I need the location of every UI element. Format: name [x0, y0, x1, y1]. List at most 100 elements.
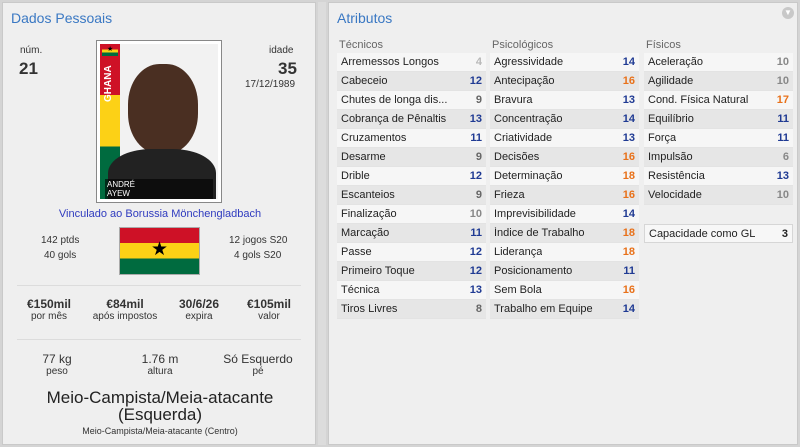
main-position: Meio-Campista/Meia-atacante (Esquerda) — [3, 389, 317, 423]
attribute-value: 14 — [622, 56, 635, 68]
attribute-row[interactable]: Desarme 9 — [337, 148, 486, 167]
attribute-row[interactable]: Resistência 13 — [644, 167, 793, 186]
attribute-value: 9 — [475, 189, 482, 201]
attribute-name: Determinação — [494, 170, 563, 182]
attribute-row[interactable]: Passe 12 — [337, 243, 486, 262]
market-value-label: valor — [258, 311, 280, 322]
u20-goals: 4 gols S20 — [234, 250, 282, 261]
divider — [17, 339, 301, 340]
attribute-row[interactable]: Força 11 — [644, 129, 793, 148]
attribute-name: Criatividade — [494, 132, 553, 144]
panel-title-personal: Dados Pessoais — [11, 10, 113, 26]
goalkeeper-ability-row[interactable]: Capacidade como GL 3 — [644, 224, 793, 243]
attribute-row[interactable]: Decisões 16 — [490, 148, 639, 167]
attribute-row[interactable]: Aceleração 10 — [644, 53, 793, 72]
attribute-row[interactable]: Primeiro Toque 12 — [337, 262, 486, 281]
attribute-name: Sem Bola — [494, 284, 542, 296]
attribute-name: Índice de Trabalho — [494, 227, 585, 239]
number-label: núm. — [20, 45, 43, 56]
attribute-row[interactable]: Arremessos Longos 4 — [337, 53, 486, 72]
shirt-number: 21 — [19, 59, 38, 78]
attribute-row[interactable]: Escanteios 9 — [337, 186, 486, 205]
height-stat: 1.76 m altura — [125, 352, 195, 377]
attribute-value: 17 — [776, 94, 789, 106]
attribute-row[interactable]: Antecipação 16 — [490, 72, 639, 91]
birthdate: 17/12/1989 — [245, 79, 296, 90]
attribute-row[interactable]: Agilidade 10 — [644, 72, 793, 91]
attribute-row[interactable]: Drible 12 — [337, 167, 486, 186]
attribute-row[interactable]: Posicionamento 11 — [490, 262, 639, 281]
ghana-flag[interactable]: ★ — [119, 227, 200, 275]
attribute-row[interactable]: Índice de Trabalho 18 — [490, 224, 639, 243]
attribute-row[interactable]: Frieza 16 — [490, 186, 639, 205]
attribute-name: Resistência — [648, 170, 705, 182]
foot-stat: Só Esquerdo pé — [217, 352, 299, 377]
attribute-value: 11 — [470, 227, 482, 239]
attribute-name: Passe — [341, 246, 372, 258]
contract-label: expira — [185, 311, 213, 322]
attribute-row[interactable]: Finalização 10 — [337, 205, 486, 224]
attribute-row[interactable]: Impulsão 6 — [644, 148, 793, 167]
attribute-row[interactable]: Marcação 11 — [337, 224, 486, 243]
attribute-row[interactable]: Equilíbrio 11 — [644, 110, 793, 129]
attribute-name: Tiros Livres — [341, 303, 398, 315]
attribute-value: 18 — [622, 246, 635, 258]
technical-column: Técnicos Arremessos Longos 4 Cabeceio 12 Chu… — [337, 39, 486, 319]
chevron-down-icon[interactable]: ▼ — [782, 7, 794, 19]
attribute-row[interactable]: Bravura 13 — [490, 91, 639, 110]
physical-column: Físicos Aceleração 10 Agilidade 10 Cond. Fís… — [644, 39, 793, 243]
player-face — [128, 64, 198, 154]
attribute-row[interactable]: Cruzamentos 11 — [337, 129, 486, 148]
attribute-row[interactable]: Cond. Física Natural 17 — [644, 91, 793, 110]
attribute-value: 16 — [622, 75, 635, 87]
club-link[interactable]: Vinculado ao Borussia Mönchengladbach — [3, 208, 317, 220]
attribute-value: 9 — [475, 94, 482, 106]
attribute-row[interactable]: Concentração 14 — [490, 110, 639, 129]
attribute-name: Imprevisibilidade — [494, 208, 576, 220]
attribute-row[interactable]: Cobrança de Pênaltis 13 — [337, 110, 486, 129]
attribute-name: Equilíbrio — [648, 113, 694, 125]
height-value: 1.76 m — [141, 352, 179, 366]
weight-value: 77 kg — [42, 352, 72, 366]
attribute-name: Cruzamentos — [341, 132, 407, 144]
attribute-row[interactable]: Criatividade 13 — [490, 129, 639, 148]
attribute-value: 13 — [622, 132, 635, 144]
attribute-name: Drible — [341, 170, 370, 182]
attribute-value: 14 — [622, 303, 635, 315]
panel-splitter[interactable] — [318, 2, 326, 445]
attribute-value: 10 — [469, 208, 482, 220]
net-wage-stat: €84mil após impostos — [85, 297, 165, 322]
player-photo[interactable]: GHANA ANDRÉ AYEW — [96, 40, 222, 203]
attribute-name: Bravura — [494, 94, 533, 106]
attribute-value: 9 — [475, 151, 482, 163]
attribute-row[interactable]: Trabalho em Equipe 14 — [490, 300, 639, 319]
attribute-value: 12 — [469, 246, 482, 258]
attribute-name: Agilidade — [648, 75, 694, 87]
attribute-name: Cabeceio — [341, 75, 388, 87]
attribute-value: 18 — [622, 227, 635, 239]
attribute-value: 11 — [777, 132, 789, 144]
attribute-row[interactable]: Tiros Livres 8 — [337, 300, 486, 319]
position-line-1: Meio-Campista/Meia-atacante — [46, 388, 274, 407]
attribute-row[interactable]: Agressividade 14 — [490, 53, 639, 72]
attributes-panel: Atributos ▼ Técnicos Arremessos Longos 4 C… — [328, 2, 798, 445]
wage-label: por mês — [30, 311, 68, 322]
attribute-row[interactable]: Chutes de longa dis... 9 — [337, 91, 486, 110]
attribute-name: Posicionamento — [494, 265, 573, 277]
attribute-row[interactable]: Técnica 13 — [337, 281, 486, 300]
attribute-row[interactable]: Cabeceio 12 — [337, 72, 486, 91]
column-header: Psicológicos — [492, 39, 554, 51]
attribute-name: Chutes de longa dis... — [341, 94, 448, 106]
caps: 142 ptds — [41, 235, 80, 246]
attribute-value: 12 — [469, 170, 482, 182]
attribute-value: 11 — [623, 265, 635, 277]
ghana-flag-icon — [102, 45, 118, 56]
attribute-row[interactable]: Liderança 18 — [490, 243, 639, 262]
attribute-name: Capacidade como GL — [649, 227, 756, 240]
attribute-row[interactable]: Sem Bola 16 — [490, 281, 639, 300]
attribute-value: 13 — [469, 284, 482, 296]
attribute-row[interactable]: Imprevisibilidade 14 — [490, 205, 639, 224]
attribute-row[interactable]: Velocidade 10 — [644, 186, 793, 205]
goals: 40 gols — [44, 250, 77, 261]
attribute-row[interactable]: Determinação 18 — [490, 167, 639, 186]
